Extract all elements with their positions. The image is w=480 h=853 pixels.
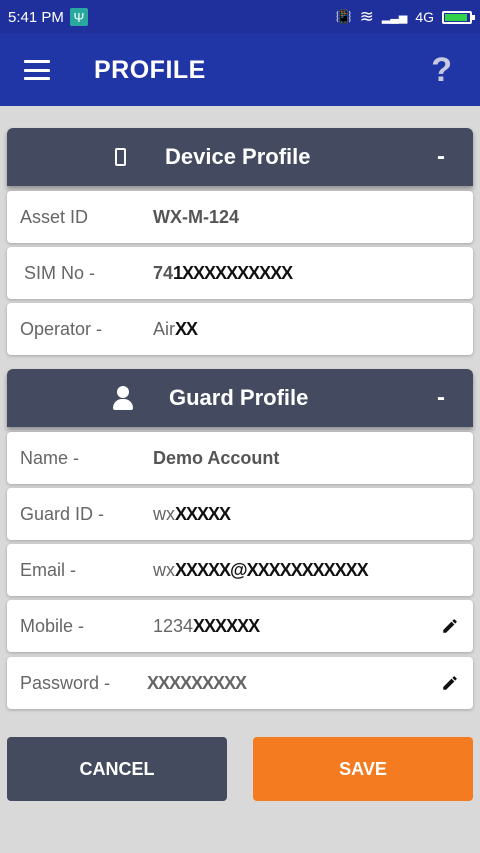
mobile-value: 1234XXXXXX [153,615,260,636]
status-bar: 5:41 PM Ψ 📳 ≋ ▂▃▅ 4G [0,0,480,34]
user-icon [112,386,134,410]
phone-icon [115,148,126,166]
usb-icon: Ψ [69,8,88,26]
name-value: Demo Account [153,447,280,468]
sim-no-label: SIM No - [24,262,96,283]
signal-icon: ▂▃▅ [381,11,408,24]
guard-id-value: wxXXXXX [153,503,231,524]
help-icon[interactable]: ? [431,51,452,90]
guard-id-label: Guard ID - [20,503,105,524]
name-label: Name - [20,447,80,468]
guard-profile-header[interactable]: Guard Profile - [7,369,473,427]
wifi-icon: ≋ [359,7,374,26]
email-row: Email - wxXXXXX@XXXXXXXXXXX [7,544,473,596]
password-row[interactable]: Password - XXXXXXXXX [7,657,473,709]
page-title: PROFILE [94,55,206,84]
asset-id-row: Asset ID WX-M-124 [7,191,473,243]
sim-no-row: SIM No - 741XXXXXXXXXX [7,247,473,299]
app-bar: PROFILE ? [0,34,480,106]
pencil-icon[interactable] [441,617,459,635]
name-row: Name - Demo Account [7,432,473,484]
battery-icon [442,10,475,24]
operator-row: Operator - AirXX [7,303,473,355]
device-profile-header[interactable]: Device Profile - [7,128,473,186]
operator-label: Operator - [20,318,103,339]
status-time: 5:41 PM [8,8,64,26]
network-type: 4G [415,9,434,25]
save-button[interactable]: SAVE [253,737,473,801]
guard-profile-title: Guard Profile [169,385,309,410]
password-value: XXXXXXXXX [147,672,247,693]
cancel-button[interactable]: CANCEL [7,737,227,801]
device-profile-collapse-toggle[interactable]: - [437,143,445,171]
password-label: Password - [20,672,111,693]
guard-id-row: Guard ID - wxXXXXX [7,488,473,540]
mobile-row[interactable]: Mobile - 1234XXXXXX [7,600,473,652]
email-value: wxXXXXX@XXXXXXXXXXX [153,559,369,580]
operator-value: AirXX [153,318,198,339]
asset-id-value: WX-M-124 [153,206,240,227]
vibrate-icon: 📳 [335,9,352,24]
asset-id-label: Asset ID [20,206,89,227]
device-profile-title: Device Profile [165,144,311,169]
sim-no-value: 741XXXXXXXXXX [153,262,293,283]
mobile-label: Mobile - [20,615,85,636]
menu-icon[interactable] [24,60,50,80]
pencil-icon[interactable] [441,674,459,692]
email-label: Email - [20,559,77,580]
guard-profile-collapse-toggle[interactable]: - [437,384,445,412]
